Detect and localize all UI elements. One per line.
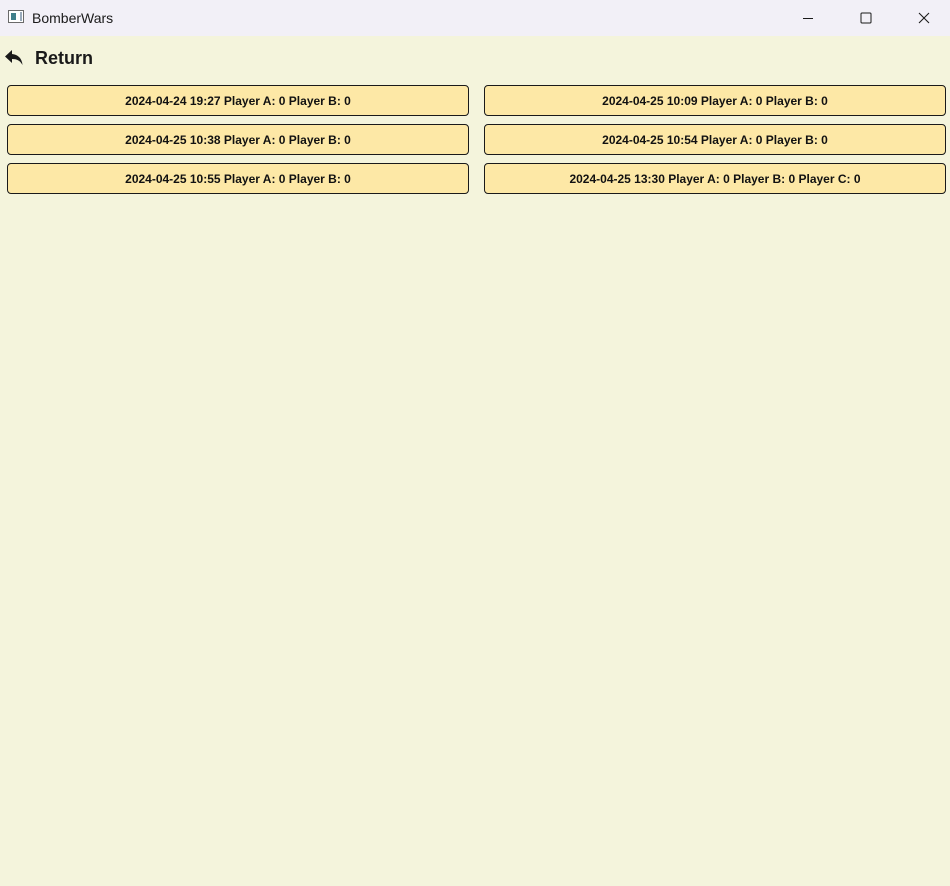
- saved-game-button[interactable]: 2024-04-25 10:38 Player A: 0 Player B: 0: [7, 124, 469, 155]
- maximize-button[interactable]: [837, 0, 895, 36]
- return-label: Return: [35, 47, 93, 68]
- app-window: BomberWars Return 2024-04-24 19:27 Playe…: [0, 0, 950, 886]
- return-button[interactable]: Return: [3, 45, 93, 71]
- saved-game-button[interactable]: 2024-04-24 19:27 Player A: 0 Player B: 0: [7, 85, 469, 116]
- saved-game-button[interactable]: 2024-04-25 10:54 Player A: 0 Player B: 0: [484, 124, 946, 155]
- maximize-icon: [860, 12, 872, 24]
- title-bar[interactable]: BomberWars: [0, 0, 950, 36]
- window-title: BomberWars: [32, 10, 114, 26]
- saved-game-button[interactable]: 2024-04-25 10:55 Player A: 0 Player B: 0: [7, 163, 469, 194]
- app-window-icon: [8, 10, 24, 23]
- minimize-button[interactable]: [779, 0, 837, 36]
- saved-games-grid: 2024-04-24 19:27 Player A: 0 Player B: 0…: [7, 85, 946, 194]
- close-button[interactable]: [895, 0, 950, 36]
- return-arrow-icon: [3, 47, 25, 69]
- minimize-icon: [803, 18, 813, 19]
- saved-game-button[interactable]: 2024-04-25 10:09 Player A: 0 Player B: 0: [484, 85, 946, 116]
- saved-game-button[interactable]: 2024-04-25 13:30 Player A: 0 Player B: 0…: [484, 163, 946, 194]
- close-icon: [918, 12, 930, 24]
